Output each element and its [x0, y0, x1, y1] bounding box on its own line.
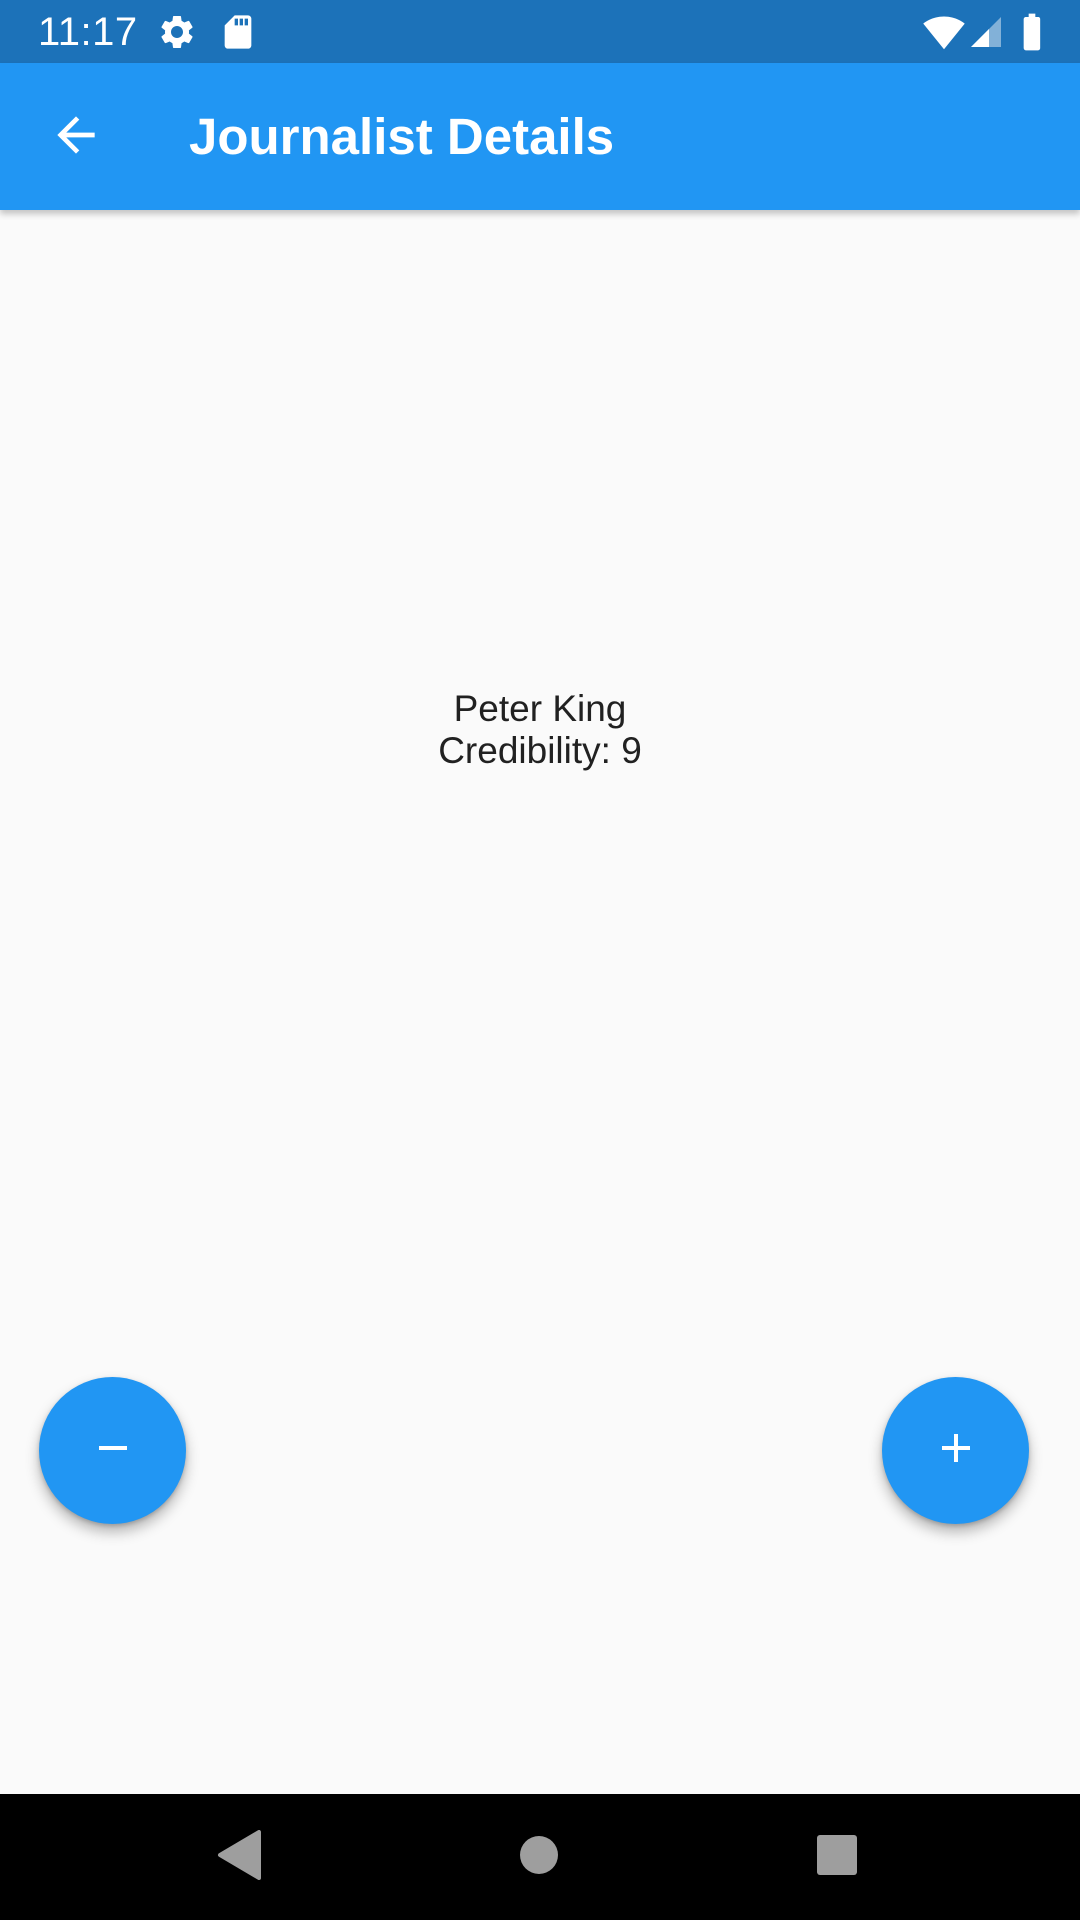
back-button[interactable] [28, 89, 124, 185]
journalist-detail: Peter King Credibility: 9 [0, 688, 1080, 772]
navigation-bar [0, 1794, 1080, 1920]
decrement-button[interactable] [39, 1377, 186, 1524]
plus-icon [932, 1424, 980, 1477]
back-triangle-icon [217, 1829, 261, 1885]
wifi-icon [922, 12, 966, 52]
credibility-text: Credibility: 9 [438, 730, 642, 771]
sd-card-icon [218, 12, 258, 52]
app-bar: Journalist Details [0, 63, 1080, 210]
battery-icon [1018, 12, 1046, 52]
increment-button[interactable] [882, 1377, 1029, 1524]
minus-icon [89, 1424, 137, 1477]
journalist-name: Peter King [453, 688, 627, 729]
gear-icon [157, 12, 197, 52]
nav-recents-button[interactable] [804, 1824, 870, 1890]
arrow-back-icon [48, 107, 104, 168]
main-content: Peter King Credibility: 9 [0, 210, 1080, 1794]
nav-back-button[interactable] [206, 1824, 272, 1890]
status-bar: 11:17 [0, 0, 1080, 63]
signal-icon [968, 12, 1004, 52]
status-time: 11:17 [38, 10, 138, 54]
page-title: Journalist Details [189, 108, 615, 165]
nav-home-button[interactable] [506, 1824, 572, 1890]
home-circle-icon [519, 1835, 559, 1880]
recents-square-icon [817, 1834, 857, 1880]
